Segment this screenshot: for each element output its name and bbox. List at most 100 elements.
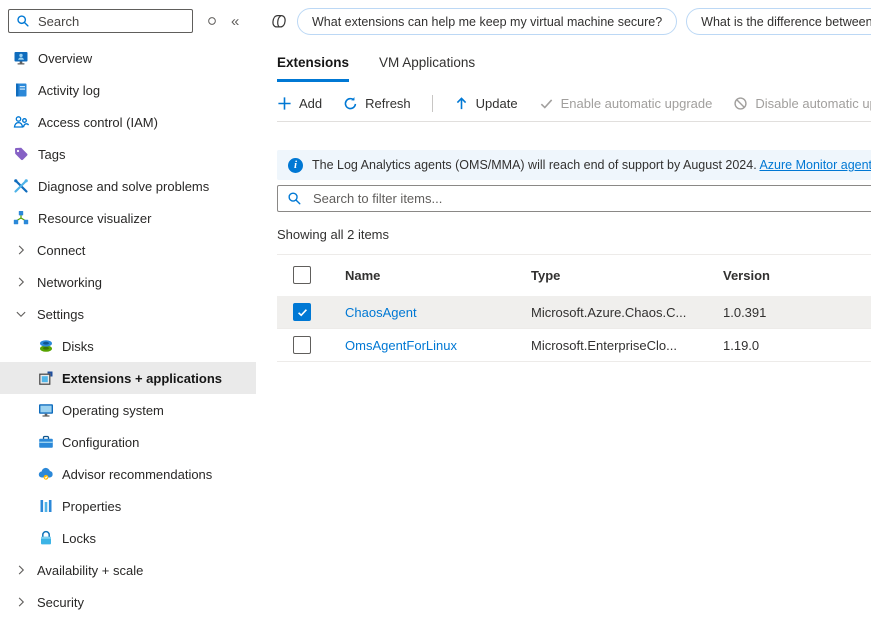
toolbar-separator xyxy=(432,95,433,112)
copilot-suggestion-chip[interactable]: What extensions can help me keep my virt… xyxy=(297,8,677,35)
sidebar-item-label: Diagnose and solve problems xyxy=(38,179,209,194)
sidebar-item-properties[interactable]: Properties xyxy=(0,490,256,522)
sidebar-item-activity-log[interactable]: Activity log xyxy=(0,74,256,106)
filter-input[interactable] xyxy=(311,190,871,207)
column-header-type[interactable]: Type xyxy=(531,268,723,283)
sidebar-item-label: Advisor recommendations xyxy=(62,467,212,482)
column-header-version[interactable]: Version xyxy=(723,268,871,283)
resource-visualizer-icon xyxy=(13,210,29,226)
chevron-right-icon xyxy=(15,244,27,256)
collapse-sidebar-icon[interactable]: « xyxy=(231,14,239,29)
tab-extensions[interactable]: Extensions xyxy=(277,55,349,82)
sidebar-item-label: Operating system xyxy=(62,403,164,418)
info-banner: i The Log Analytics agents (OMS/MMA) wil… xyxy=(277,150,871,180)
table-header-row: Name Type Version xyxy=(277,254,871,296)
extension-type: Microsoft.Azure.Chaos.C... xyxy=(531,305,723,320)
disable-automatic-upgrade-button[interactable]: Disable automatic upg xyxy=(733,96,871,111)
enable-automatic-upgrade-button[interactable]: Enable automatic upgrade xyxy=(539,96,713,111)
lock-icon xyxy=(38,530,54,546)
items-count-text: Showing all 2 items xyxy=(277,227,871,242)
tag-icon xyxy=(13,146,29,162)
sidebar-item-diagnose[interactable]: Diagnose and solve problems xyxy=(0,170,256,202)
overview-icon xyxy=(13,50,29,66)
sidebar-searchbox[interactable] xyxy=(8,9,193,33)
extensions-icon xyxy=(38,370,54,386)
row-checkbox[interactable] xyxy=(293,336,311,354)
sidebar-item-configuration[interactable]: Configuration xyxy=(0,426,256,458)
extension-name-link[interactable]: ChaosAgent xyxy=(345,305,417,320)
chip-label: What is the difference between VM a xyxy=(701,15,871,29)
sidebar-item-label: Disks xyxy=(62,339,94,354)
extension-version: 1.0.391 xyxy=(723,305,871,320)
refresh-icon xyxy=(343,96,358,111)
sidebar-item-advisor-recommendations[interactable]: Advisor recommendations xyxy=(0,458,256,490)
azure-monitor-agent-link[interactable]: Azure Monitor agent xyxy=(759,158,871,172)
chevron-right-icon xyxy=(15,596,27,608)
update-button[interactable]: Update xyxy=(454,96,518,111)
sidebar-search-row: « xyxy=(0,8,256,34)
chevron-down-icon xyxy=(15,308,27,320)
sidebar-item-label: Availability + scale xyxy=(37,563,143,578)
filter-searchbox[interactable] xyxy=(277,185,871,212)
tab-bar: Extensions VM Applications xyxy=(256,55,871,82)
refresh-button[interactable]: Refresh xyxy=(343,96,411,111)
toolbar-divider xyxy=(277,121,871,122)
check-icon xyxy=(539,96,554,111)
extension-name-link[interactable]: OmsAgentForLinux xyxy=(345,338,457,353)
chip-label: What extensions can help me keep my virt… xyxy=(312,15,662,29)
search-icon xyxy=(287,191,302,206)
copilot-icon[interactable] xyxy=(271,13,288,30)
extensions-table: Name Type Version ChaosAgent Microsoft.A… xyxy=(277,254,871,362)
diagnose-icon xyxy=(13,178,29,194)
sidebar-item-availability-scale[interactable]: Availability + scale xyxy=(0,554,256,586)
sidebar-item-resource-visualizer[interactable]: Resource visualizer xyxy=(0,202,256,234)
sidebar-nav: Overview Activity log Access control (IA… xyxy=(0,42,256,618)
sidebar-item-label: Resource visualizer xyxy=(38,211,151,226)
sidebar-item-locks[interactable]: Locks xyxy=(0,522,256,554)
info-icon: i xyxy=(288,158,303,173)
column-header-name[interactable]: Name xyxy=(329,268,531,283)
plus-icon xyxy=(277,96,292,111)
sidebar-item-disks[interactable]: Disks xyxy=(0,330,256,362)
sidebar-item-settings[interactable]: Settings xyxy=(0,298,256,330)
extension-type: Microsoft.EnterpriseClo... xyxy=(531,338,723,353)
menu-options-icon[interactable] xyxy=(207,16,217,26)
sidebar-item-operating-system[interactable]: Operating system xyxy=(0,394,256,426)
access-control-icon xyxy=(13,114,29,130)
sidebar-item-label: Settings xyxy=(37,307,84,322)
row-checkbox[interactable] xyxy=(293,303,311,321)
add-button[interactable]: Add xyxy=(277,96,322,111)
copilot-suggestion-chip[interactable]: What is the difference between VM a xyxy=(686,8,871,35)
chevron-right-icon xyxy=(15,276,27,288)
banner-text: The Log Analytics agents (OMS/MMA) will … xyxy=(312,158,871,172)
arrow-up-icon xyxy=(454,96,469,111)
sidebar-item-label: Connect xyxy=(37,243,85,258)
sidebar-item-label: Overview xyxy=(38,51,92,66)
sidebar-item-access-control[interactable]: Access control (IAM) xyxy=(0,106,256,138)
extension-version: 1.19.0 xyxy=(723,338,871,353)
resource-menu: « Overview Activity log Access control (… xyxy=(0,0,256,613)
sidebar-item-label: Tags xyxy=(38,147,65,162)
sidebar-item-label: Networking xyxy=(37,275,102,290)
extensions-pane: What extensions can help me keep my virt… xyxy=(256,0,871,613)
table-row[interactable]: ChaosAgent Microsoft.Azure.Chaos.C... 1.… xyxy=(277,296,871,329)
sidebar-item-label: Configuration xyxy=(62,435,139,450)
disks-icon xyxy=(38,338,54,354)
sidebar-search-input[interactable] xyxy=(36,13,185,30)
search-icon xyxy=(16,14,30,28)
sidebar-item-label: Locks xyxy=(62,531,96,546)
sidebar-item-tags[interactable]: Tags xyxy=(0,138,256,170)
tab-vm-applications[interactable]: VM Applications xyxy=(379,55,475,82)
properties-icon xyxy=(38,498,54,514)
operating-system-icon xyxy=(38,402,54,418)
sidebar-item-security[interactable]: Security xyxy=(0,586,256,618)
toolbar: Add Refresh Update Enable automatic upgr… xyxy=(256,85,871,121)
disable-automatic-upgrade-label: Disable automatic upg xyxy=(755,96,871,111)
sidebar-item-extensions-applications[interactable]: Extensions + applications xyxy=(0,362,256,394)
refresh-label: Refresh xyxy=(365,96,411,111)
sidebar-item-networking[interactable]: Networking xyxy=(0,266,256,298)
select-all-checkbox[interactable] xyxy=(293,266,311,284)
table-row[interactable]: OmsAgentForLinux Microsoft.EnterpriseClo… xyxy=(277,329,871,362)
sidebar-item-overview[interactable]: Overview xyxy=(0,42,256,74)
sidebar-item-connect[interactable]: Connect xyxy=(0,234,256,266)
